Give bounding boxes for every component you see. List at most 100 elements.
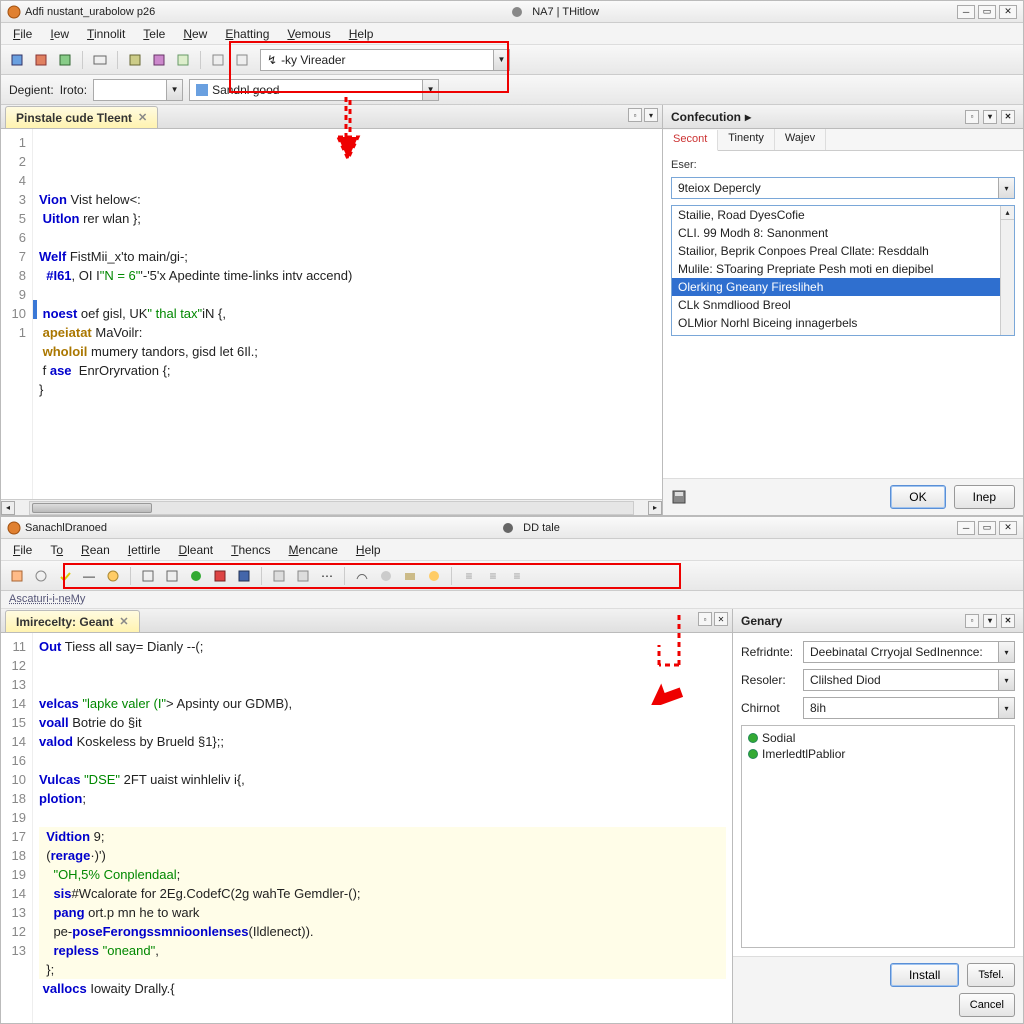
combo-vireader[interactable]: ↯ -ky Vireader ▼ [260, 49, 510, 71]
code-lines[interactable]: Out Tiess all say= Dianly --(;velcas "la… [33, 633, 732, 1023]
tb-icon-3[interactable] [55, 50, 75, 70]
tab-mini-1[interactable]: ▫ [628, 108, 642, 122]
code-editor[interactable]: 1112131415141610181917181914131213 Out T… [1, 633, 732, 1023]
close-button[interactable]: ✕ [999, 521, 1017, 535]
list-item[interactable]: OLMior Norhl Biceing innagerbels [672, 314, 1014, 332]
tb2-icon-18[interactable]: ≡ [459, 566, 479, 586]
list-item[interactable]: CLk Snmdliood Breol [672, 296, 1014, 314]
menu-mencane[interactable]: Mencane [281, 541, 346, 559]
panel-close-icon[interactable]: ✕ [1001, 614, 1015, 628]
tb2-icon-14[interactable] [352, 566, 372, 586]
menu-tele[interactable]: Tele [135, 25, 173, 43]
tb2-icon-1[interactable] [7, 566, 27, 586]
menu-file[interactable]: File [5, 541, 40, 559]
tsfel-button[interactable]: Tsfel. [967, 963, 1015, 987]
tb-icon-1[interactable] [7, 50, 27, 70]
scroll-up-icon[interactable]: ▴ [1001, 206, 1014, 220]
dropdown-icon[interactable]: ▾ [998, 670, 1014, 690]
tb2-icon-7[interactable] [162, 566, 182, 586]
tb2-icon-4[interactable]: — [79, 566, 99, 586]
tab-imirecelty[interactable]: Imirecelty: Geant ✕ [5, 610, 140, 632]
minimize-button[interactable]: ─ [957, 5, 975, 19]
menu-ehatting[interactable]: Ehatting [217, 25, 277, 43]
panel-mini-2[interactable]: ▾ [983, 614, 997, 628]
subtab-wajev[interactable]: Wajev [775, 129, 826, 150]
tb2-icon-8[interactable] [186, 566, 206, 586]
maximize-button[interactable]: ▭ [978, 5, 996, 19]
tb2-icon-15[interactable] [376, 566, 396, 586]
panel-mini-2[interactable]: ▾ [983, 110, 997, 124]
menu-vemous[interactable]: Vemous [279, 25, 338, 43]
scroll-left-icon[interactable]: ◂ [1, 501, 15, 515]
code-editor[interactable]: 124356789101 Vion Vist helow<: Uitlon re… [1, 129, 662, 499]
list-item[interactable]: CLI DirgtalMerh [672, 332, 1014, 336]
panel-mini-1[interactable]: ▫ [965, 110, 979, 124]
tb-icon-6[interactable] [149, 50, 169, 70]
tb-icon-8[interactable] [208, 50, 228, 70]
menu-file[interactable]: File [5, 25, 40, 43]
menu-iettirle[interactable]: Iettirle [120, 541, 169, 559]
inep-button[interactable]: Inep [954, 485, 1015, 509]
combo-iroto[interactable]: ▼ [93, 79, 183, 101]
tab-pinstale[interactable]: Pinstale cude Tleent ✕ [5, 106, 158, 128]
list-item[interactable]: Olerking Gneany Firesliheh [672, 278, 1014, 296]
menu-thencs[interactable]: Thencs [223, 541, 278, 559]
tb2-icon-19[interactable]: ≡ [483, 566, 503, 586]
menu-dleant[interactable]: Dleant [170, 541, 221, 559]
tab-mini-1[interactable]: ▫ [698, 612, 712, 626]
panel-close-icon[interactable]: ✕ [1001, 110, 1015, 124]
list-item[interactable]: Stailie, Road DyesCofie [672, 206, 1014, 224]
menu-tinnolit[interactable]: Tinnolit [79, 25, 133, 43]
combo-refridnte[interactable]: Deebinatal Crryojal SedInennce:▾ [803, 641, 1015, 663]
dropdown-icon[interactable]: ▾ [998, 642, 1014, 662]
tb-icon-7[interactable] [173, 50, 193, 70]
dropdown-icon[interactable]: ▾ [998, 178, 1014, 198]
menu-to[interactable]: To [42, 541, 71, 559]
close-button[interactable]: ✕ [999, 5, 1017, 19]
combo-chirnot[interactable]: 8ih▾ [803, 697, 1015, 719]
tb-icon-2[interactable] [31, 50, 51, 70]
tb2-icon-16[interactable] [400, 566, 420, 586]
listbox-items[interactable]: Stailie, Road DyesCofieCLI. 99 Modh 8: S… [671, 205, 1015, 336]
tb2-icon-10[interactable] [234, 566, 254, 586]
maximize-button[interactable]: ▭ [978, 521, 996, 535]
menu-rean[interactable]: Rean [73, 541, 118, 559]
tb-icon-5[interactable] [125, 50, 145, 70]
dropdown-icon[interactable]: ▼ [166, 80, 182, 100]
tab-close-icon[interactable]: ✕ [138, 111, 147, 124]
ok-button[interactable]: OK [890, 485, 945, 509]
menu-new[interactable]: New [175, 25, 215, 43]
tb2-icon-17[interactable] [424, 566, 444, 586]
subtab-tinenty[interactable]: Tinenty [718, 129, 775, 150]
tb2-icon-5[interactable] [103, 566, 123, 586]
tree[interactable]: SodialImerledtlPablior [741, 725, 1015, 948]
tb2-icon-20[interactable]: ≡ [507, 566, 527, 586]
tb2-icon-3[interactable] [55, 566, 75, 586]
code-lines[interactable]: Vion Vist helow<: Uitlon rer wlan };Welf… [33, 129, 662, 499]
list-item[interactable]: Mulile: SToaring Prepriate Pesh moti en … [672, 260, 1014, 278]
menu-help[interactable]: Help [348, 541, 389, 559]
cancel-button[interactable]: Cancel [959, 993, 1015, 1017]
tb-icon-9[interactable] [232, 50, 252, 70]
panel-mini-1[interactable]: ▫ [965, 614, 979, 628]
v-scrollbar[interactable]: ▴ [1000, 206, 1014, 335]
dropdown-icon[interactable]: ▼ [422, 80, 438, 100]
scroll-right-icon[interactable]: ▸ [648, 501, 662, 515]
disk-icon[interactable] [671, 489, 687, 505]
tb2-icon-6[interactable] [138, 566, 158, 586]
tree-node[interactable]: ImerledtlPablior [746, 746, 1010, 762]
tb2-icon-9[interactable] [210, 566, 230, 586]
combo-resoler[interactable]: Clilshed Diod▾ [803, 669, 1015, 691]
menu-iew[interactable]: Iew [42, 25, 77, 43]
menu-help[interactable]: Help [341, 25, 382, 43]
list-item[interactable]: Stailior, Beprik Conpoes Preal Cllate: R… [672, 242, 1014, 260]
tab-close-2[interactable]: ✕ [714, 612, 728, 626]
tb2-icon-2[interactable] [31, 566, 51, 586]
tb2-icon-11[interactable] [269, 566, 289, 586]
h-scrollbar[interactable]: ◂ ▸ [1, 499, 662, 515]
minimize-button[interactable]: ─ [957, 521, 975, 535]
tree-node[interactable]: Sodial [746, 730, 1010, 746]
subtab-secont[interactable]: Secont [663, 130, 718, 151]
tb-icon-4[interactable] [90, 50, 110, 70]
dropdown-icon[interactable]: ▾ [998, 698, 1014, 718]
